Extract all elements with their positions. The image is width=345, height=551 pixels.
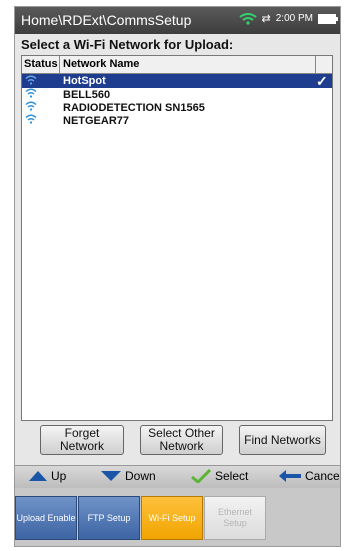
down-softkey[interactable]: Down [101,469,156,483]
tab-upload-enable[interactable]: Upload Enable [15,496,77,540]
up-arrow-icon [29,471,47,481]
find-networks-button[interactable]: Find Networks [239,425,326,455]
wifi-signal-icon [25,75,37,85]
column-header-check [316,56,332,73]
up-softkey[interactable]: Up [29,469,66,483]
battery-icon [318,13,338,24]
up-label: Up [51,469,67,483]
page-title: Select a Wi-Fi Network for Upload: [21,37,234,52]
network-name: RADIODETECTION SN1565 [63,101,205,114]
checkmark-icon: ✓ [316,72,328,89]
wifi-signal-icon [25,114,37,124]
column-header-network-name: Network Name [60,56,316,73]
tab-ftp-setup[interactable]: FTP Setup [78,496,140,540]
network-name: NETGEAR77 [63,114,130,127]
checkmark-icon [191,469,211,483]
network-name: BELL560 [63,88,111,101]
back-arrow-icon [279,470,301,482]
network-name: HotSpot [63,75,106,87]
network-row-radiodetection[interactable]: RADIODETECTION SN1565 [22,101,332,114]
device-screen: Home\RDExt\CommsSetup ⇄ 2:00 PM Select a… [14,6,341,547]
table-header: Status Network Name [22,56,332,74]
network-row-hotspot[interactable]: HotSpot ✓ [22,72,332,89]
column-header-status: Status [22,56,60,73]
bottom-tab-bar: Upload Enable FTP Setup Wi-Fi Setup Ethe… [15,488,340,546]
select-label: Select [215,469,249,483]
select-softkey[interactable]: Select [191,469,248,483]
cancel-label: Cancel [305,469,341,483]
wifi-status-icon [238,12,257,25]
tab-ethernet-setup: Ethernet Setup [204,496,266,540]
select-other-network-button[interactable]: Select Other Network [140,425,223,455]
status-icons: ⇄ 2:00 PM [238,12,338,25]
breadcrumb-path: Home\RDExt\CommsSetup [21,12,192,28]
action-button-bar: Forget Network Select Other Network Find… [15,421,340,461]
tab-wifi-setup[interactable]: Wi-Fi Setup [141,496,203,540]
network-row-netgear77[interactable]: NETGEAR77 [22,114,332,127]
forget-network-button[interactable]: Forget Network [40,425,124,455]
title-bar: Home\RDExt\CommsSetup ⇄ 2:00 PM [15,7,340,34]
clock-time: 2:00 PM [275,13,313,24]
sync-icon: ⇄ [261,13,271,25]
softkey-bar: Up Down Select Cancel [15,465,340,488]
network-row-bell560[interactable]: BELL560 [22,88,332,101]
wifi-signal-icon [25,88,37,98]
down-arrow-icon [101,471,121,481]
wifi-signal-icon [25,101,37,111]
down-label: Down [125,469,156,483]
network-list[interactable]: Status Network Name HotSpot ✓ BELL560 RA… [21,55,333,421]
cancel-softkey[interactable]: Cancel [279,469,341,483]
